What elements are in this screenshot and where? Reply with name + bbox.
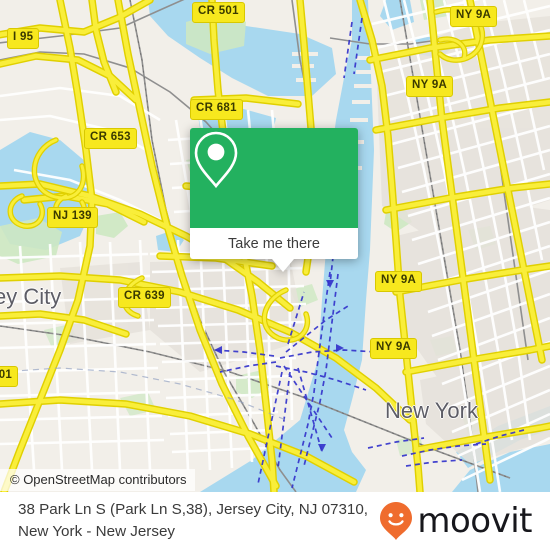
map-attribution[interactable]: © OpenStreetMap contributors xyxy=(0,469,195,491)
moovit-wordmark: moovit xyxy=(417,501,532,541)
address-line-2: New York - New Jersey xyxy=(18,523,175,540)
map-pin-icon xyxy=(194,131,238,189)
road-shield-cr653[interactable]: CR 653 xyxy=(84,128,137,149)
road-shield-ny9a-3[interactable]: NY 9A xyxy=(375,271,423,292)
popup-action-label: Take me there xyxy=(228,235,320,252)
road-shield-nj139[interactable]: NJ 139 xyxy=(47,207,98,228)
road-shield-cr681[interactable]: CR 681 xyxy=(190,99,243,120)
road-shield-cr501[interactable]: CR 501 xyxy=(192,2,245,23)
road-shield-501[interactable]: 501 xyxy=(0,366,19,387)
moovit-smiley-pin-icon xyxy=(380,502,413,540)
address-block: 38 Park Ln S (Park Ln S,38), Jersey City… xyxy=(18,499,379,543)
road-shield-cr639[interactable]: CR 639 xyxy=(118,287,171,308)
map-canvas[interactable]: I 95 CR 501 NY 9A NY 9A CR 681 CR 653 NJ… xyxy=(0,0,550,492)
road-shield-ny9a-1[interactable]: NY 9A xyxy=(450,6,498,27)
map-screenshot: I 95 CR 501 NY 9A NY 9A CR 681 CR 653 NJ… xyxy=(0,0,550,550)
address-line-1: 38 Park Ln S (Park Ln S,38), Jersey City… xyxy=(18,500,369,518)
popup-pointer-tail xyxy=(272,259,294,272)
popup-header xyxy=(190,128,358,228)
place-label-new-york: New York xyxy=(385,398,478,423)
place-label-jersey-city: ey City xyxy=(0,284,62,309)
road-shield-ny9a-2[interactable]: NY 9A xyxy=(406,76,454,97)
location-popup-card[interactable]: Take me there xyxy=(190,128,358,272)
road-shield-ny9a-4[interactable]: NY 9A xyxy=(370,338,418,359)
popup-action-button[interactable]: Take me there xyxy=(190,228,358,259)
footer-bar: 38 Park Ln S (Park Ln S,38), Jersey City… xyxy=(0,492,550,550)
moovit-logo[interactable]: moovit xyxy=(379,501,536,541)
road-shield-i95[interactable]: I 95 xyxy=(7,28,40,49)
